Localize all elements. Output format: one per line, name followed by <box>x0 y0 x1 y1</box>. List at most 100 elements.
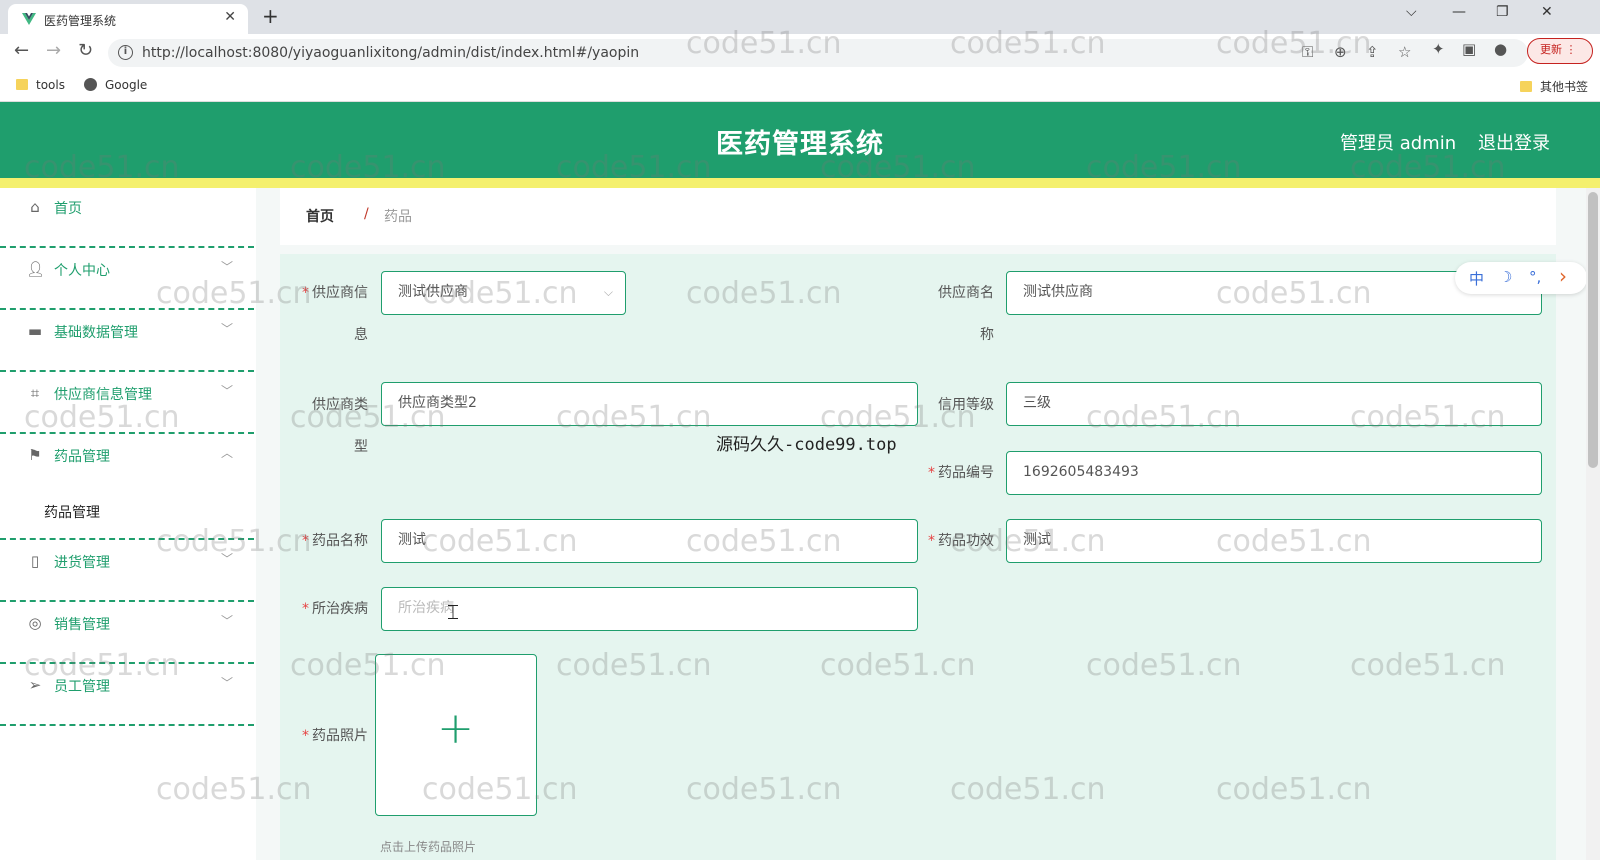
close-window-icon[interactable]: ✕ <box>1541 4 1553 20</box>
key-icon[interactable]: ⚿ <box>1302 43 1313 61</box>
required-mark: * <box>928 465 935 481</box>
drug-effect-label: * 药品功效 <box>900 520 994 562</box>
user-icon: 👤︎ <box>26 260 46 278</box>
sidebar-item-label: 销售管理 <box>54 617 110 633</box>
disease-input[interactable]: 所治疾病 <box>381 587 918 631</box>
submenu-item-drug-management[interactable]: 药品管理 <box>44 502 100 522</box>
tab-close-icon[interactable]: ✕ <box>224 9 236 25</box>
chevron-down-icon[interactable]: ⌵ <box>1406 4 1417 20</box>
admin-user-label[interactable]: 管理员 admin <box>1340 129 1456 155</box>
profile-icon[interactable]: ● <box>1494 40 1507 58</box>
supplier-info-label-cont: 息 <box>354 327 368 343</box>
url-text[interactable]: http://localhost:8080/yiyaoguanlixitong/… <box>142 45 639 61</box>
star-icon[interactable]: ☆ <box>1398 43 1411 61</box>
browser-tab-bar: 医药管理系统 ✕ + ⌵ — ❐ ✕ <box>0 0 1600 34</box>
folder-icon <box>1520 81 1532 92</box>
chevron-down-icon: ﹀ <box>221 322 234 336</box>
sidebar-item-label: 药品管理 <box>54 449 110 465</box>
sidebar-item-staff[interactable]: ➢ 员工管理 ﹀ <box>0 666 254 726</box>
supplier-name-label: 供应商名 <box>938 285 994 301</box>
minimize-icon[interactable]: — <box>1452 4 1466 20</box>
plus-icon: + <box>437 703 474 754</box>
chevron-down-icon: ﹀ <box>221 552 234 566</box>
reload-icon[interactable]: ↻ <box>78 40 93 61</box>
sidebar-item-supplier[interactable]: ⌗ 供应商信息管理 ﹀ <box>0 374 254 434</box>
share-icon[interactable]: ⇪ <box>1366 43 1379 61</box>
header-accent-bar <box>0 178 1600 188</box>
phone-icon: ▯ <box>30 552 40 570</box>
extensions-icon[interactable]: ✦ <box>1432 40 1445 58</box>
bookmark-google[interactable]: Google <box>84 78 147 92</box>
send-icon: ➢ <box>28 676 42 694</box>
logout-button[interactable]: 退出登录 <box>1478 129 1550 155</box>
flag-icon: ⚑ <box>28 446 42 464</box>
credit-level-label: 信用等级 <box>938 397 994 413</box>
chevron-down-icon: ﹀ <box>221 260 234 274</box>
supplier-name-label-cont: 称 <box>980 327 994 343</box>
bookmark-label: Google <box>105 78 148 92</box>
bookmark-label: tools <box>36 78 65 92</box>
app-header: 医药管理系统 管理员 admin 退出登录 <box>0 102 1600 178</box>
sidebar-item-purchase[interactable]: ▯ 进货管理 ﹀ <box>0 542 254 602</box>
drug-code-field[interactable]: 1692605483493 <box>1006 451 1542 495</box>
ime-toolbar[interactable]: 中 ☽ °, › <box>1455 262 1587 294</box>
monitor-icon: ▬ <box>27 322 43 340</box>
sidebar-item-drug[interactable]: ⚑ 药品管理 ︿ 药品管理 <box>0 436 254 540</box>
breadcrumb: 首页 / 药品 <box>280 188 1556 245</box>
sidebar-item-label: 基础数据管理 <box>54 325 138 341</box>
chevron-down-icon: ﹀ <box>221 614 234 628</box>
label-text: 供应商信 <box>312 285 368 301</box>
sidebar-item-label: 供应商信息管理 <box>54 387 152 403</box>
forward-icon[interactable]: → <box>46 40 61 61</box>
other-bookmarks[interactable]: 其他书签 <box>1520 78 1588 95</box>
bookmark-tools[interactable]: tools <box>16 78 65 92</box>
home-icon: ⌂ <box>30 198 40 216</box>
sidebar-item-basic-data[interactable]: ▬ 基础数据管理 ﹀ <box>0 312 254 372</box>
required-mark: * <box>928 533 935 549</box>
info-icon[interactable]: i <box>118 45 133 60</box>
required-mark: * <box>302 728 309 744</box>
breadcrumb-home[interactable]: 首页 <box>306 206 334 226</box>
ime-chinese-toggle[interactable]: 中 <box>1469 268 1484 289</box>
supplier-info-label: * 供应商信 <box>284 272 368 314</box>
url-bar[interactable]: i http://localhost:8080/yiyaoguanlixiton… <box>108 39 1528 67</box>
update-button[interactable]: 更新 ⋮ <box>1527 38 1593 64</box>
supplier-info-select[interactable]: 测试供应商 ⌵ <box>381 271 626 315</box>
restore-icon[interactable]: ❐ <box>1496 4 1509 20</box>
punctuation-icon[interactable]: °, <box>1529 268 1541 286</box>
photo-upload-box[interactable]: + <box>375 654 537 816</box>
sidepanel-icon[interactable]: ▣ <box>1462 40 1476 58</box>
tab-title: 医药管理系统 <box>44 14 117 28</box>
chevron-down-icon: ﹀ <box>221 676 234 690</box>
scroll-thumb[interactable] <box>1588 192 1598 468</box>
chevron-down-icon: ﹀ <box>221 384 234 398</box>
drug-name-field[interactable]: 测试 <box>381 519 918 563</box>
required-mark: * <box>302 285 309 301</box>
chevron-right-icon[interactable]: › <box>1559 264 1567 288</box>
new-tab-button[interactable]: + <box>262 4 279 28</box>
required-mark: * <box>302 601 309 617</box>
drug-code-label: * 药品编号 <box>900 452 994 494</box>
breadcrumb-separator: / <box>364 206 369 222</box>
select-value: 测试供应商 <box>398 284 468 300</box>
sidebar-item-profile[interactable]: 👤︎ 个人中心 ﹀ <box>0 250 254 310</box>
browser-tab[interactable]: 医药管理系统 ✕ <box>8 4 248 34</box>
label-text: 药品编号 <box>938 465 994 481</box>
sidebar-item-home[interactable]: ⌂ 首页 <box>0 188 254 248</box>
drug-effect-field[interactable]: 测试 <box>1006 519 1542 563</box>
zoom-icon[interactable]: ⊕ <box>1334 43 1347 61</box>
folder-icon <box>16 79 28 90</box>
label-text: 药品照片 <box>312 728 368 744</box>
back-icon[interactable]: ← <box>14 40 29 61</box>
crop-icon: ⌗ <box>30 384 40 402</box>
credit-level-field[interactable]: 三级 <box>1006 382 1542 426</box>
label-text: 药品功效 <box>938 533 994 549</box>
page-scrollbar[interactable] <box>1586 188 1600 860</box>
moon-icon[interactable]: ☽ <box>1499 268 1512 286</box>
required-mark: * <box>302 533 309 549</box>
label-text: 药品名称 <box>312 533 368 549</box>
supplier-type-field[interactable]: 供应商类型2 <box>381 382 918 426</box>
vue-logo-icon <box>22 13 36 25</box>
sidebar-item-label: 进货管理 <box>54 555 110 571</box>
sidebar-item-sales[interactable]: ◎ 销售管理 ﹀ <box>0 604 254 664</box>
